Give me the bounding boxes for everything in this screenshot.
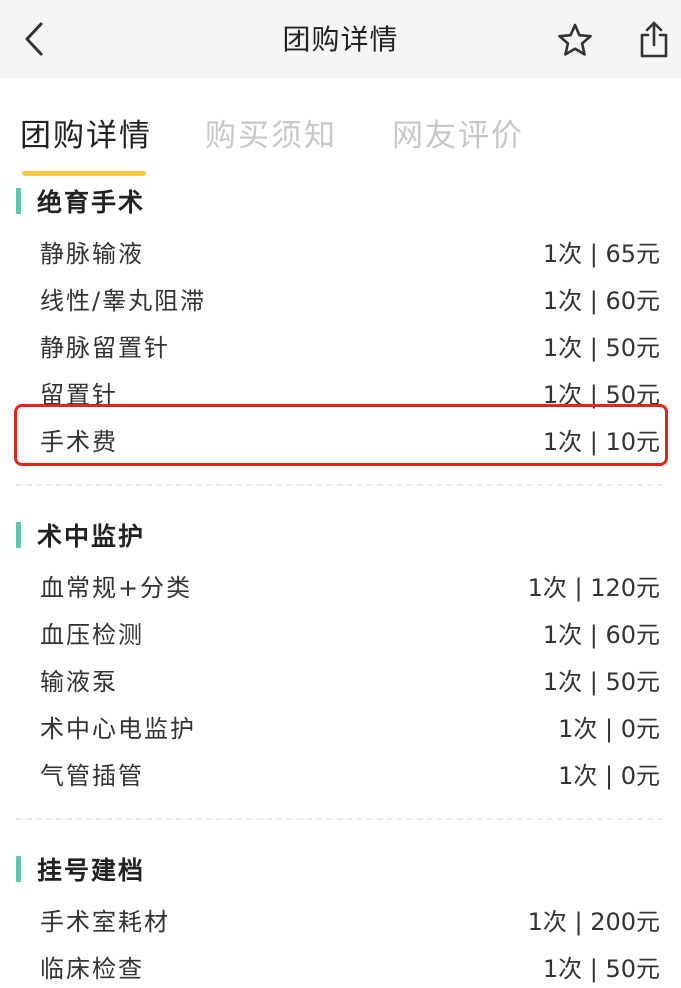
tab-purchase-notes[interactable]: 购买须知	[205, 110, 337, 155]
section-accent-bar	[16, 188, 21, 214]
item-name: 静脉输液	[40, 240, 144, 268]
tab-bar: 团购详情 购买须知 网友评价	[0, 100, 681, 182]
tab-group-details[interactable]: 团购详情	[20, 110, 152, 155]
item-name: 手术室耗材	[40, 908, 170, 936]
item-name: 血压检测	[40, 621, 144, 649]
item-price: 1次 | 50元	[542, 334, 660, 362]
item-name: 输液泵	[40, 668, 118, 696]
item-price: 1次 | 0元	[558, 715, 660, 743]
tab-reviews[interactable]: 网友评价	[392, 110, 524, 155]
section-title: 挂号建档	[37, 856, 146, 885]
item-price: 1次 | 60元	[542, 287, 660, 315]
section-title: 绝育手术	[37, 188, 146, 217]
item-name: 术中心电监护	[40, 715, 196, 743]
item-name: 线性/睾丸阻滞	[40, 287, 207, 315]
section-header: 术中监护	[16, 518, 145, 552]
star-outline-icon	[558, 23, 592, 56]
list-item: 静脉留置针 1次 | 50元	[40, 322, 660, 362]
section-title: 术中监护	[37, 522, 146, 551]
section-accent-bar	[16, 522, 21, 548]
share-icon	[640, 21, 668, 58]
favorite-button[interactable]	[553, 18, 597, 62]
item-name: 静脉留置针	[40, 334, 170, 362]
active-tab-indicator	[22, 171, 146, 176]
list-item: 血常规+分类 1次 | 120元	[40, 562, 660, 602]
item-name: 血常规+分类	[40, 574, 193, 602]
section-accent-bar	[16, 856, 21, 882]
section-divider	[16, 484, 663, 486]
share-button[interactable]	[632, 16, 676, 62]
list-item: 临床检查 1次 | 50元	[40, 943, 660, 983]
highlight-box	[14, 404, 668, 466]
navigation-bar: 团购详情	[0, 0, 681, 78]
item-price: 1次 | 50元	[542, 668, 660, 696]
item-name: 临床检查	[40, 955, 144, 983]
item-name: 气管插管	[40, 762, 144, 790]
list-item: 手术室耗材 1次 | 200元	[40, 896, 660, 936]
list-item: 术中心电监护 1次 | 0元	[40, 703, 660, 743]
list-item: 输液泵 1次 | 50元	[40, 656, 660, 696]
item-price: 1次 | 200元	[527, 908, 660, 936]
list-item: 留置针 1次 | 50元	[40, 369, 660, 409]
list-item: 静脉输液 1次 | 65元	[40, 228, 660, 268]
list-item: 血压检测 1次 | 60元	[40, 609, 660, 649]
section-divider	[16, 818, 663, 820]
section-header: 挂号建档	[16, 852, 145, 886]
item-price: 1次 | 65元	[542, 240, 660, 268]
item-price: 1次 | 120元	[527, 574, 660, 602]
list-item: 线性/睾丸阻滞 1次 | 60元	[40, 275, 660, 315]
item-price: 1次 | 60元	[542, 621, 660, 649]
item-price: 1次 | 50元	[542, 955, 660, 983]
section-header: 绝育手术	[16, 184, 145, 218]
list-item: 气管插管 1次 | 0元	[40, 750, 660, 790]
item-price: 1次 | 0元	[558, 762, 660, 790]
